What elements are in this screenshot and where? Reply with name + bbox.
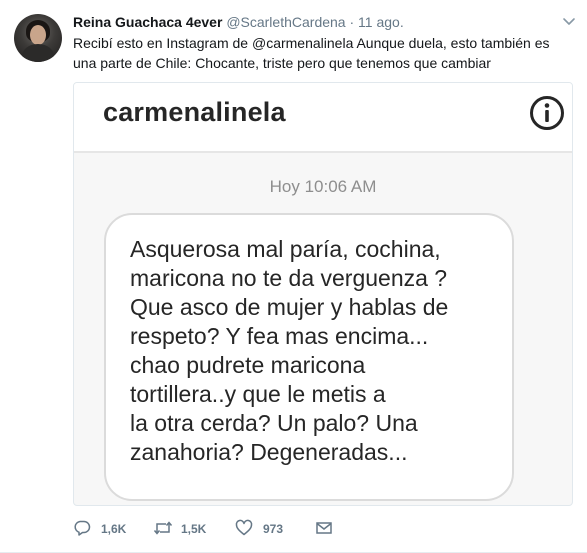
tweet-actions: 1,6K 1,5K 973 — [73, 518, 353, 540]
tweet[interactable]: Reina Guachaca 4ever @ScarlethCardena · … — [0, 0, 587, 553]
message-timestamp: Hoy 10:06 AM — [269, 177, 377, 196]
separator: · — [349, 14, 355, 30]
tweet-header: Reina Guachaca 4ever @ScarlethCardena · … — [73, 13, 404, 31]
avatar-face — [30, 25, 46, 45]
message-text: Asquerosa mal paría, cochina, maricona n… — [130, 236, 449, 465]
tweet-text: Recibí esto en Instagram de @carmenaline… — [73, 35, 550, 71]
display-name[interactable]: Reina Guachaca 4ever — [73, 14, 222, 30]
tweet-media-screenshot[interactable]: carmenalinela Hoy 10:06 AM Asquerosa mal… — [73, 82, 573, 506]
chevron-down-icon[interactable] — [562, 16, 576, 28]
retweet-icon — [153, 521, 173, 535]
envelope-icon — [316, 522, 332, 534]
instagram-username: carmenalinela — [103, 97, 286, 127]
message-bubble: Asquerosa mal paría, cochina, maricona n… — [104, 213, 514, 501]
avatar-body — [22, 44, 54, 62]
reply-icon — [74, 520, 91, 536]
heart-icon — [235, 519, 253, 536]
like-count: 973 — [263, 522, 284, 536]
reply-count: 1,6K — [101, 522, 127, 536]
user-handle[interactable]: @ScarlethCardena — [226, 14, 345, 30]
instagram-header: carmenalinela — [74, 83, 572, 153]
info-icon — [530, 96, 564, 130]
retweet-count: 1,5K — [181, 522, 207, 536]
avatar[interactable] — [14, 14, 62, 62]
tweet-date[interactable]: 11 ago. — [358, 14, 404, 30]
